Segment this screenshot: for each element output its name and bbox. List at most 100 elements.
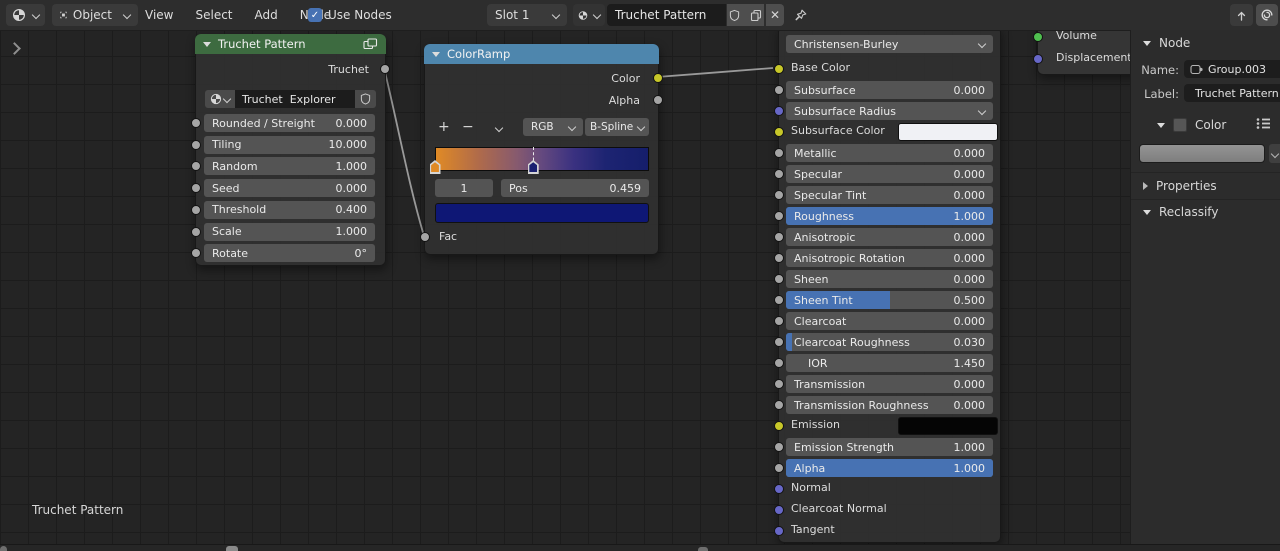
slider-specular-tint[interactable]: Specular Tint 0.000 <box>786 186 993 204</box>
input-socket-transmission[interactable] <box>774 379 784 389</box>
color-ramp-gradient[interactable] <box>435 147 649 171</box>
slider-anisotropic[interactable]: Anisotropic 0.000 <box>786 228 993 246</box>
go-to-parent-button[interactable] <box>1230 4 1253 26</box>
input-socket-ior[interactable] <box>774 358 784 368</box>
remove-stop-button[interactable]: − <box>462 120 474 134</box>
input-socket-tiling[interactable] <box>191 139 201 150</box>
slider-roughness[interactable]: Roughness 1.000 <box>786 207 993 225</box>
node-principled-bsdf[interactable]: Christensen-Burley Base Color Subsurface 0.… <box>774 26 1001 543</box>
input-socket-normal[interactable] <box>774 484 784 494</box>
shader-type-dropdown[interactable]: Object <box>52 4 138 26</box>
fake-user-button[interactable] <box>727 9 742 22</box>
output-socket-alpha[interactable] <box>653 95 663 105</box>
color-subpanel-header[interactable]: Color <box>1157 116 1226 134</box>
use-nodes-checkbox[interactable]: ✓ <box>308 8 322 22</box>
datablock-name-field[interactable]: Truchet Explorer <box>235 90 355 108</box>
input-socket-alpha[interactable] <box>774 463 784 473</box>
link-color-to-basecolor[interactable] <box>656 67 774 78</box>
dropdown-subsurface-radius[interactable]: Subsurface Radius <box>786 102 993 120</box>
slider-anisotropic-rotation[interactable]: Anisotropic Rotation 0.000 <box>786 249 993 267</box>
input-socket-roughness[interactable] <box>774 211 784 221</box>
ramp-specials-menu-icon[interactable] <box>494 123 504 133</box>
input-socket-anisotropic-rotation[interactable] <box>774 253 784 263</box>
color-field-subsurface-color[interactable] <box>898 123 998 141</box>
param-tiling[interactable]: Tiling 10.000 <box>204 135 375 154</box>
input-socket-specular-tint[interactable] <box>774 190 784 200</box>
input-socket-clearcoat-normal[interactable] <box>774 505 784 515</box>
unlink-material-button[interactable]: ✕ <box>766 4 784 26</box>
input-socket-displacement[interactable] <box>1033 54 1043 64</box>
pin-icon[interactable] <box>793 8 808 26</box>
node-label-field[interactable]: Truchet Pattern <box>1184 84 1280 102</box>
input-socket-subsurface-color[interactable] <box>774 127 784 137</box>
panel-expand-triangle[interactable] <box>1157 122 1165 128</box>
input-socket-threshold[interactable] <box>191 204 201 215</box>
node-colorramp[interactable]: ColorRamp Color Alpha + − RGB B-Spline 1 <box>420 44 663 255</box>
input-socket-anisotropic[interactable] <box>774 232 784 242</box>
param-rounded-streight[interactable]: Rounded / Streight 0.000 <box>204 114 375 132</box>
snap-toggle-button[interactable] <box>1256 4 1278 26</box>
input-socket-clearcoat-roughness[interactable] <box>774 337 784 347</box>
panel-node-header[interactable]: Node <box>1143 33 1190 53</box>
param-threshold[interactable]: Threshold 0.400 <box>204 200 375 219</box>
input-socket-base-color[interactable] <box>774 64 784 74</box>
input-socket-sheen-tint[interactable] <box>774 295 784 305</box>
material-browse-button[interactable] <box>573 4 605 26</box>
stop-position-field[interactable]: Pos 0.459 <box>501 179 649 197</box>
slider-specular[interactable]: Specular 0.000 <box>786 165 993 183</box>
menu-view[interactable]: View <box>145 8 173 22</box>
input-socket-volume[interactable] <box>1033 32 1043 42</box>
collapse-triangle-icon[interactable] <box>203 41 211 47</box>
input-socket-tangent[interactable] <box>774 526 784 536</box>
param-seed[interactable]: Seed 0.000 <box>204 179 375 198</box>
truchet-node-header[interactable]: Truchet Pattern <box>195 34 386 54</box>
datablock-browse-button[interactable] <box>205 90 235 108</box>
input-socket-emission-strength[interactable] <box>774 442 784 452</box>
panel-properties-header[interactable]: Properties <box>1143 176 1217 196</box>
color-mode-dropdown[interactable]: RGB <box>523 118 583 136</box>
panel-collapsed-triangle[interactable] <box>1143 182 1148 190</box>
slider-clearcoat-roughness[interactable]: Clearcoat Roughness 0.030 <box>786 333 993 351</box>
interpolation-dropdown[interactable]: B-Spline <box>585 118 649 136</box>
input-socket-specular[interactable] <box>774 169 784 179</box>
panel-expand-triangle[interactable] <box>1143 40 1151 46</box>
collapse-triangle-icon[interactable] <box>432 51 440 57</box>
input-socket-sheen[interactable] <box>774 274 784 284</box>
param-random[interactable]: Random 1.000 <box>204 157 375 176</box>
fake-user-button[interactable] <box>355 90 376 108</box>
colorramp-node-header[interactable]: ColorRamp <box>424 44 659 64</box>
editor-type-selector[interactable] <box>6 4 45 26</box>
output-socket-truchet[interactable] <box>380 64 390 74</box>
slider-transmission-roughness[interactable]: Transmission Roughness 0.000 <box>786 396 993 414</box>
input-socket-transmission-roughness[interactable] <box>774 400 784 410</box>
selected-stop-color-swatch[interactable] <box>435 203 649 223</box>
panel-reclassify-header[interactable]: Reclassify <box>1143 202 1218 222</box>
input-socket-subsurface[interactable] <box>774 85 784 95</box>
input-socket-metallic[interactable] <box>774 148 784 158</box>
node-color-swatch[interactable] <box>1139 144 1265 163</box>
dropdown-christensen-burley[interactable]: Christensen-Burley <box>786 35 993 53</box>
input-socket-scale[interactable] <box>191 226 201 237</box>
node-truchet-pattern[interactable]: Truchet Pattern Truchet Truchet Explorer… <box>191 34 390 266</box>
material-name-field[interactable]: Truchet Pattern <box>607 4 726 26</box>
active-stop-index-field[interactable]: 1 <box>435 179 493 197</box>
slider-transmission[interactable]: Transmission 0.000 <box>786 375 993 393</box>
slider-alpha[interactable]: Alpha 1.000 <box>786 459 993 477</box>
input-socket-rounded-streight[interactable] <box>191 118 201 128</box>
custom-color-checkbox[interactable] <box>1173 118 1187 132</box>
input-socket-emission[interactable] <box>774 421 784 431</box>
panel-expand-triangle[interactable] <box>1143 209 1151 215</box>
input-socket-clearcoat[interactable] <box>774 316 784 326</box>
slider-clearcoat[interactable]: Clearcoat 0.000 <box>786 312 993 330</box>
color-field-emission[interactable] <box>898 417 998 435</box>
add-stop-button[interactable]: + <box>438 120 450 134</box>
param-scale[interactable]: Scale 1.000 <box>204 222 375 241</box>
menu-select[interactable]: Select <box>195 8 232 22</box>
param-rotate[interactable]: Rotate 0° <box>204 244 375 263</box>
color-extra-button[interactable] <box>1269 144 1280 163</box>
menu-add[interactable]: Add <box>255 8 278 22</box>
input-socket-random[interactable] <box>191 161 201 172</box>
slider-emission-strength[interactable]: Emission Strength 1.000 <box>786 438 993 456</box>
color-presets-icon[interactable] <box>1256 117 1271 133</box>
slider-subsurface[interactable]: Subsurface 0.000 <box>786 81 993 99</box>
